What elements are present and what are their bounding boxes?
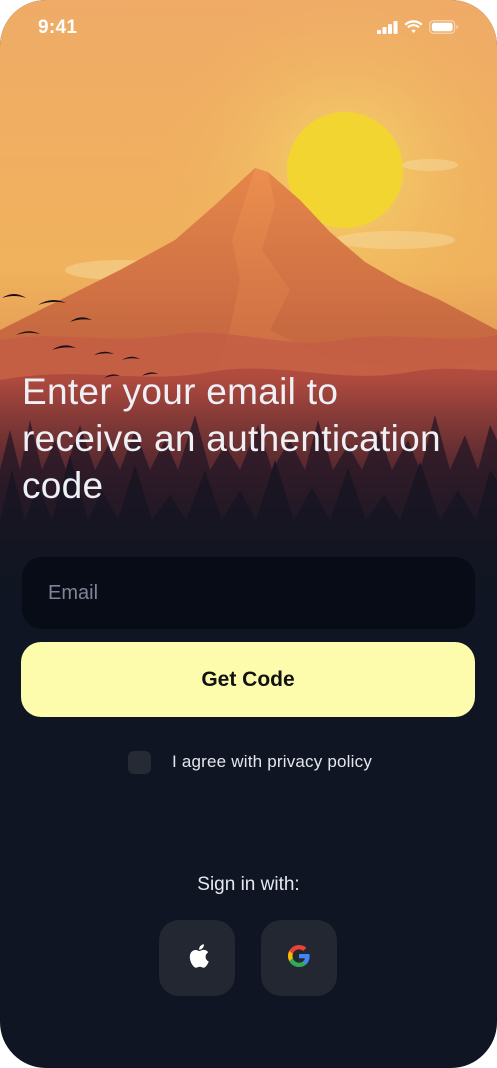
sunset-mountain-illustration (0, 0, 497, 600)
status-icons (377, 20, 459, 39)
google-icon (287, 944, 311, 973)
page-title: Enter your email to receive an authentic… (22, 371, 441, 506)
signal-icon (377, 20, 398, 39)
apple-icon (184, 941, 210, 976)
status-time: 9:41 (38, 17, 78, 38)
phone-screen: 9:41 Enter your email to receive an auth… (0, 0, 497, 1068)
privacy-label[interactable]: I agree with privacy policy (172, 752, 372, 772)
privacy-checkbox[interactable] (128, 750, 151, 774)
status-bar: 9:41 (0, 0, 497, 58)
wifi-icon (404, 20, 423, 39)
privacy-agreement: I agree with privacy policy (128, 750, 372, 774)
email-field-container (22, 557, 475, 629)
sign-in-with-label: Sign in with: (197, 874, 300, 895)
email-input[interactable] (22, 557, 475, 629)
apple-sign-in-button[interactable] (159, 920, 235, 996)
google-sign-in-button[interactable] (261, 920, 337, 996)
get-code-button[interactable]: Get Code (21, 642, 475, 717)
battery-icon (429, 20, 459, 39)
